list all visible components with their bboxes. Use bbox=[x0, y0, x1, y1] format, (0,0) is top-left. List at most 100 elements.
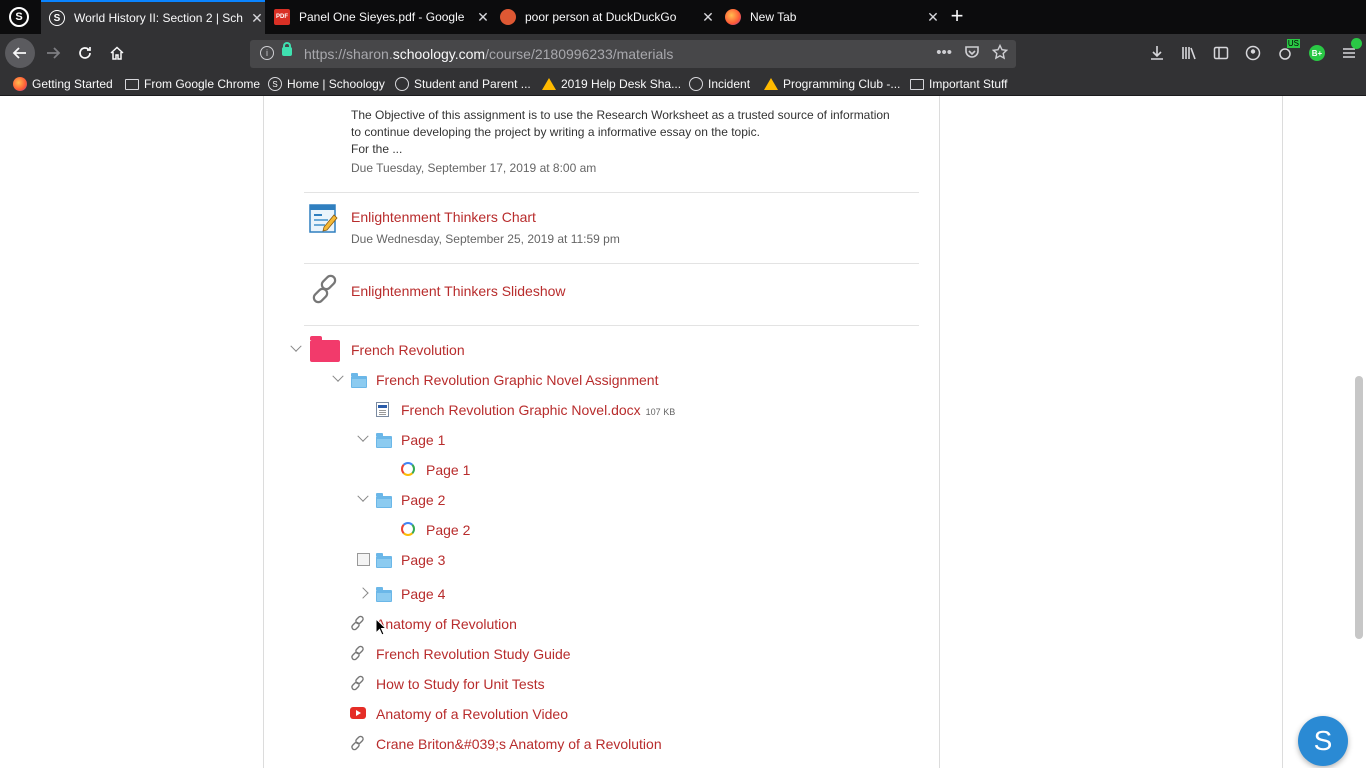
item-divider bbox=[304, 325, 919, 326]
address-bar[interactable]: i https://sharon.schoology.com/course/21… bbox=[250, 40, 1016, 68]
arrow-right-icon bbox=[47, 47, 61, 59]
assignment-due-date: Due Tuesday, September 17, 2019 at 8:00 … bbox=[351, 161, 597, 175]
grade-extension-icon[interactable]: B+ bbox=[1308, 42, 1326, 64]
page-scrollbar[interactable] bbox=[1355, 376, 1363, 639]
folder-page-2[interactable]: Page 2 bbox=[401, 492, 445, 508]
chevron-down-icon[interactable] bbox=[289, 342, 303, 356]
link-icon bbox=[351, 735, 364, 751]
back-button[interactable] bbox=[5, 38, 35, 68]
word-document-icon bbox=[376, 402, 389, 417]
bookmarks-toolbar: Getting Started From Google Chrome S Hom… bbox=[0, 72, 1366, 96]
schoology-icon: S bbox=[49, 10, 65, 26]
chevron-down-icon[interactable] bbox=[356, 492, 370, 506]
folder-icon bbox=[376, 553, 392, 568]
tab-panel-pdf[interactable]: PDF Panel One Sieyes.pdf - Google ✕ bbox=[266, 0, 491, 34]
bookmark-getting-started[interactable]: Getting Started bbox=[13, 75, 113, 93]
close-tab-icon[interactable]: ✕ bbox=[475, 9, 491, 26]
bookmark-star-icon[interactable] bbox=[992, 44, 1008, 60]
item-enlightenment-slideshow[interactable]: Enlightenment Thinkers Slideshow bbox=[351, 283, 566, 299]
link-icon bbox=[351, 615, 364, 631]
update-badge-icon bbox=[1351, 38, 1362, 49]
tab-duckduckgo[interactable]: poor person at DuckDuckGo ✕ bbox=[492, 0, 716, 34]
youtube-icon bbox=[350, 707, 366, 719]
library-icon[interactable] bbox=[1180, 42, 1198, 64]
bookmark-help-desk[interactable]: 2019 Help Desk Sha... bbox=[542, 75, 681, 93]
chart-due-date: Due Wednesday, September 25, 2019 at 11:… bbox=[351, 232, 620, 246]
bookmark-important-stuff[interactable]: Important Stuff bbox=[910, 75, 1008, 93]
video-anatomy-of-revolution[interactable]: Anatomy of a Revolution Video bbox=[376, 706, 568, 722]
info-icon[interactable]: i bbox=[260, 46, 274, 60]
page-content bbox=[0, 96, 1366, 768]
link-icon bbox=[312, 274, 337, 304]
url-text[interactable]: https://sharon.schoology.com/course/2180… bbox=[304, 46, 673, 62]
page-actions: ••• bbox=[936, 44, 1008, 61]
home-button[interactable] bbox=[102, 38, 132, 68]
sidebar-icon[interactable] bbox=[1212, 42, 1230, 64]
tab-world-history[interactable]: S World History II: Section 2 | Sch ✕ bbox=[41, 0, 265, 34]
right-column-border bbox=[1282, 96, 1283, 768]
schoology-help-button[interactable]: S bbox=[1298, 716, 1348, 766]
account-icon[interactable] bbox=[1244, 42, 1262, 64]
bookmark-student-parent[interactable]: Student and Parent ... bbox=[395, 75, 531, 93]
bookmark-incident[interactable]: Incident bbox=[689, 75, 750, 93]
chevron-down-icon[interactable] bbox=[356, 432, 370, 446]
google-drive-icon bbox=[542, 77, 556, 91]
lock-icon bbox=[282, 42, 292, 56]
folder-icon bbox=[376, 433, 392, 448]
bookmark-home-schoology[interactable]: S Home | Schoology bbox=[268, 75, 385, 93]
folder-icon bbox=[910, 77, 924, 91]
browser-toolbar-icons: US B+ bbox=[1148, 38, 1362, 64]
folder-page-4[interactable]: Page 4 bbox=[401, 586, 445, 602]
assignment-icon bbox=[309, 204, 338, 233]
bookmark-from-google-chrome[interactable]: From Google Chrome bbox=[125, 75, 260, 93]
close-tab-icon[interactable]: ✕ bbox=[700, 9, 716, 26]
tab-new-tab[interactable]: New Tab ✕ bbox=[717, 0, 941, 34]
chevron-right-icon[interactable] bbox=[356, 586, 370, 600]
reload-button[interactable] bbox=[70, 38, 100, 68]
link-icon bbox=[351, 675, 364, 691]
folder-icon bbox=[125, 77, 139, 91]
close-tab-icon[interactable]: ✕ bbox=[925, 9, 941, 26]
assignment-description: The Objective of this assignment is to u… bbox=[351, 108, 890, 156]
globe-icon bbox=[689, 77, 703, 91]
tab-bar: S S World History II: Section 2 | Sch ✕ … bbox=[0, 0, 1366, 34]
folder-graphic-novel-assignment[interactable]: French Revolution Graphic Novel Assignme… bbox=[376, 372, 658, 388]
google-icon bbox=[401, 462, 415, 476]
download-icon[interactable] bbox=[1148, 42, 1166, 64]
home-icon bbox=[110, 46, 124, 60]
link-how-to-study-unit-tests[interactable]: How to Study for Unit Tests bbox=[376, 676, 545, 692]
duckduckgo-icon bbox=[500, 9, 516, 25]
reload-icon bbox=[79, 47, 91, 59]
doc-page-2[interactable]: Page 2 bbox=[426, 522, 470, 538]
folder-page-1[interactable]: Page 1 bbox=[401, 432, 445, 448]
item-divider bbox=[304, 263, 919, 264]
link-icon bbox=[351, 645, 364, 661]
globe-icon bbox=[395, 77, 409, 91]
menu-icon[interactable] bbox=[1340, 38, 1362, 64]
forward-button[interactable] bbox=[38, 38, 68, 68]
empty-folder-icon[interactable] bbox=[357, 553, 370, 566]
item-enlightenment-chart[interactable]: Enlightenment Thinkers Chart bbox=[351, 209, 536, 225]
chevron-down-icon[interactable] bbox=[331, 372, 345, 386]
close-tab-icon[interactable]: ✕ bbox=[249, 10, 265, 27]
folder-icon bbox=[376, 587, 392, 602]
file-graphic-novel-docx[interactable]: French Revolution Graphic Novel.docx 107 … bbox=[401, 402, 675, 418]
folder-icon bbox=[376, 493, 392, 508]
link-french-revolution-study-guide[interactable]: French Revolution Study Guide bbox=[376, 646, 571, 662]
google-icon bbox=[401, 522, 415, 536]
bookmark-programming-club[interactable]: Programming Club -... bbox=[764, 75, 900, 93]
firefox-icon bbox=[725, 9, 741, 25]
doc-page-1[interactable]: Page 1 bbox=[426, 462, 470, 478]
vpn-extension-icon[interactable]: US bbox=[1276, 39, 1300, 64]
folder-french-revolution[interactable]: French Revolution bbox=[351, 342, 465, 358]
pocket-icon[interactable] bbox=[964, 44, 980, 60]
link-anatomy-of-revolution[interactable]: Anatomy of Revolution bbox=[376, 616, 517, 632]
firefox-icon bbox=[13, 77, 27, 91]
item-divider bbox=[304, 192, 919, 193]
pdf-icon: PDF bbox=[274, 9, 290, 25]
new-tab-button[interactable]: + bbox=[944, 3, 970, 29]
folder-page-3[interactable]: Page 3 bbox=[401, 552, 445, 568]
mouse-cursor-icon bbox=[375, 618, 387, 636]
link-crane-briton-anatomy[interactable]: Crane Briton&#039;s Anatomy of a Revolut… bbox=[376, 736, 662, 752]
more-actions-icon[interactable]: ••• bbox=[936, 44, 952, 61]
